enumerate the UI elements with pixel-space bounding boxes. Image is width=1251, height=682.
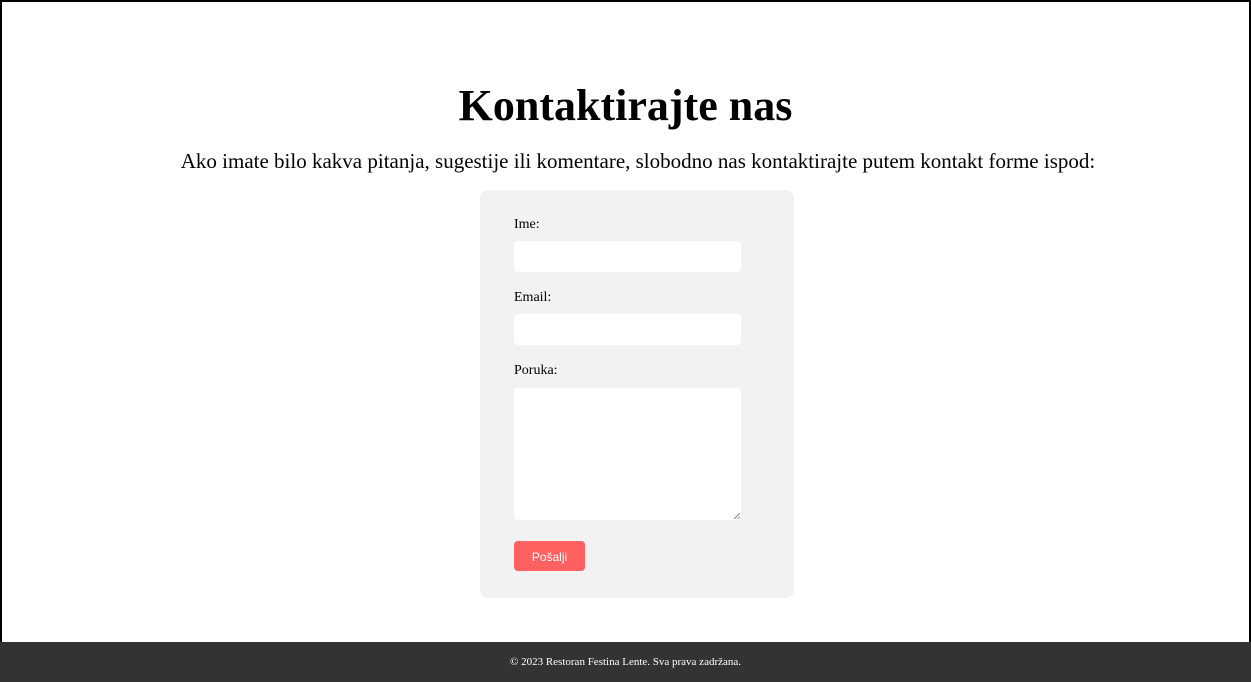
message-label: Poruka: [514, 363, 558, 378]
contact-form: Ime: Email: Poruka: Pošalji [480, 190, 794, 598]
footer-copyright: © 2023 Restoran Festina Lente. Sva prava… [509, 656, 742, 668]
footer: © 2023 Restoran Festina Lente. Sva prava… [0, 642, 1251, 682]
resize-grip-icon[interactable] [734, 513, 740, 519]
name-field[interactable] [514, 241, 741, 272]
submit-button[interactable]: Pošalji [514, 541, 585, 571]
email-field[interactable] [514, 314, 741, 345]
main-content: Kontaktirajte nas Ako imate bilo kakva p… [0, 0, 1251, 642]
email-label: Email: [514, 290, 552, 305]
page-title: Kontaktirajte nas [458, 81, 793, 130]
message-textarea[interactable] [514, 388, 741, 520]
name-label: Ime: [514, 217, 540, 232]
intro-text: Ako imate bilo kakva pitanja, sugestije … [180, 149, 1096, 173]
